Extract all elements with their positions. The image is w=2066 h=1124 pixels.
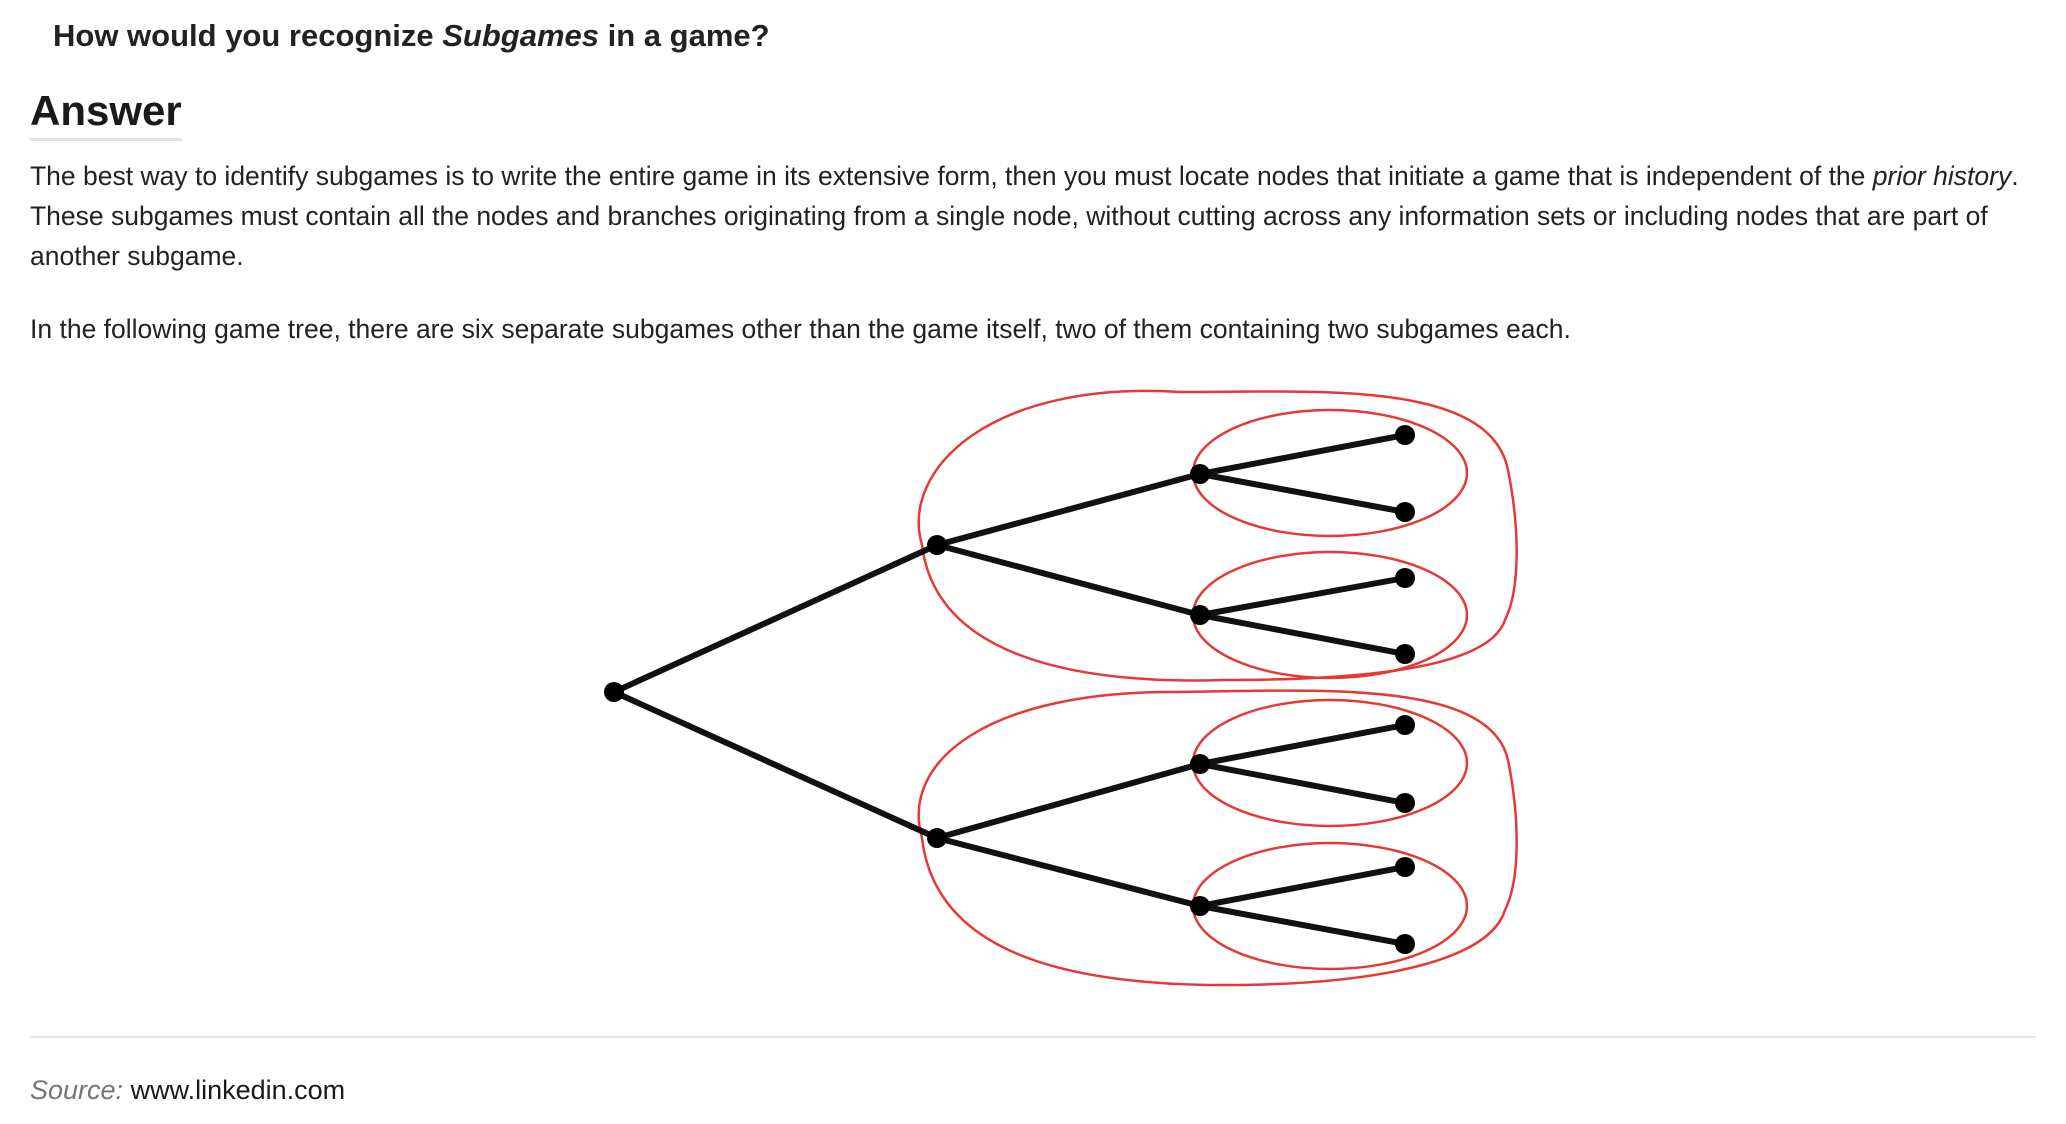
branch xyxy=(611,542,940,695)
subgame-outline-3 xyxy=(1191,698,1469,828)
branch xyxy=(1197,722,1408,767)
source-line: Source: www.linkedin.com xyxy=(30,1070,345,1110)
divider xyxy=(30,1036,2036,1038)
decision-node xyxy=(1190,605,1210,625)
branch xyxy=(1197,471,1408,515)
branch xyxy=(1197,432,1408,477)
terminal-node xyxy=(1395,934,1415,954)
paragraph-1-emphasis: prior history xyxy=(1872,161,2012,191)
answer-heading: Answer xyxy=(30,86,182,141)
decision-node xyxy=(927,828,947,848)
decision-node xyxy=(1190,754,1210,774)
terminal-node xyxy=(1395,857,1415,877)
subgame-outline-1 xyxy=(1191,408,1469,538)
decision-node xyxy=(1190,464,1210,484)
question-suffix: in a game? xyxy=(599,18,770,53)
question-heading: How would you recognize Subgames in a ga… xyxy=(53,16,770,56)
branch xyxy=(1197,761,1408,806)
source-url: www.linkedin.com xyxy=(130,1075,346,1105)
answer-paragraph-2: In the following game tree, there are si… xyxy=(30,314,1571,344)
branch xyxy=(934,761,1203,841)
terminal-node xyxy=(1395,793,1415,813)
paragraph-1-part-1: The best way to identify subgames is to … xyxy=(30,161,1873,191)
question-prefix: How would you recognize xyxy=(53,18,443,53)
subgame-outline-upper-large xyxy=(917,389,1518,682)
branch xyxy=(611,689,940,841)
branch xyxy=(1197,903,1408,947)
branch xyxy=(1197,575,1408,618)
terminal-node xyxy=(1395,502,1415,522)
branch xyxy=(934,471,1203,548)
game-tree-figure xyxy=(604,389,1518,987)
branch xyxy=(1197,612,1408,657)
branch xyxy=(934,835,1203,909)
answer-paragraph-1: The best way to identify subgames is to … xyxy=(30,156,2040,276)
decision-node xyxy=(927,535,947,555)
branch xyxy=(934,542,1203,618)
question-emphasis: Subgames xyxy=(442,18,600,53)
branch xyxy=(1197,864,1408,909)
source-label: Source: xyxy=(30,1075,124,1105)
root-node xyxy=(604,682,624,702)
terminal-node xyxy=(1395,568,1415,588)
decision-node xyxy=(1190,896,1210,916)
terminal-node xyxy=(1395,715,1415,735)
subgame-outline-2 xyxy=(1191,550,1469,680)
terminal-node xyxy=(1395,644,1415,664)
subgame-outline-4 xyxy=(1191,841,1469,971)
terminal-node xyxy=(1395,425,1415,445)
